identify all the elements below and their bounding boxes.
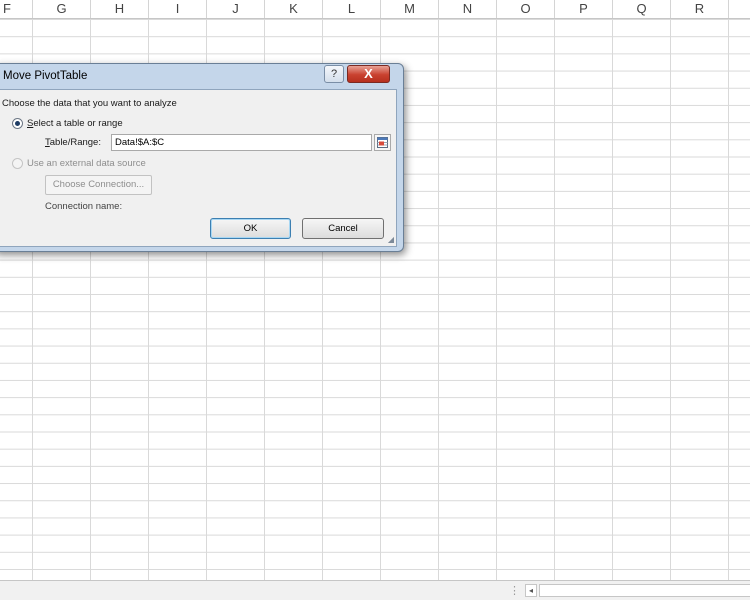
question-mark-icon: ? <box>330 68 338 80</box>
column-header-q[interactable]: Q <box>613 0 671 18</box>
collapse-dialog-button[interactable] <box>374 134 391 151</box>
column-header-n[interactable]: N <box>439 0 497 18</box>
dialog-body: Choose the data that you want to analyze… <box>0 89 397 247</box>
table-range-label: Table/Range: <box>45 137 101 148</box>
column-header-p[interactable]: P <box>555 0 613 18</box>
choose-connection-button[interactable]: Choose Connection... <box>45 175 152 195</box>
column-header-h[interactable]: H <box>91 0 149 18</box>
column-header-l[interactable]: L <box>323 0 381 18</box>
connection-name-label: Connection name: <box>45 201 123 212</box>
close-icon: X <box>364 66 373 81</box>
dialog-title: Move PivotTable <box>3 70 88 82</box>
ok-button[interactable]: OK <box>210 218 291 239</box>
radio-table-or-range-label[interactable]: Select a table or range <box>27 118 123 129</box>
bottom-status-bar: ⋮ ◂ <box>0 580 750 600</box>
column-header-i[interactable]: I <box>149 0 207 18</box>
column-header-k[interactable]: K <box>265 0 323 18</box>
column-header-bar: F G H I J K L M N O P Q R <box>0 0 750 19</box>
cancel-button[interactable]: Cancel <box>302 218 384 239</box>
resize-grip-icon[interactable]: ◢ <box>388 235 394 244</box>
gridline <box>438 19 439 580</box>
gridline <box>496 19 497 580</box>
radio-external-source[interactable] <box>12 158 23 169</box>
column-header-g[interactable]: G <box>33 0 91 18</box>
radio-external-source-label[interactable]: Use an external data source <box>27 158 146 169</box>
gridline <box>728 19 729 580</box>
column-header-j[interactable]: J <box>207 0 265 18</box>
range-selector-icon <box>377 137 388 148</box>
column-header-r[interactable]: R <box>671 0 729 18</box>
gridline <box>554 19 555 580</box>
gridline <box>670 19 671 580</box>
split-handle[interactable]: ⋮ <box>509 584 520 597</box>
move-pivottable-dialog: Move PivotTable ? X Choose the data that… <box>0 63 404 252</box>
close-button[interactable]: X <box>347 65 390 83</box>
help-button[interactable]: ? <box>324 65 344 83</box>
table-range-input[interactable]: Data!$A:$C <box>111 134 372 151</box>
horizontal-scrollbar[interactable] <box>539 584 750 597</box>
column-header-o[interactable]: O <box>497 0 555 18</box>
scroll-left-arrow-icon[interactable]: ◂ <box>525 584 537 597</box>
column-header-m[interactable]: M <box>381 0 439 18</box>
section-label: Choose the data that you want to analyze <box>2 98 177 109</box>
column-header-f[interactable]: F <box>0 0 33 18</box>
label-rest: able/Range: <box>49 137 101 148</box>
gridline <box>612 19 613 580</box>
label-rest: elect a table or range <box>33 118 123 129</box>
radio-table-or-range[interactable] <box>12 118 23 129</box>
